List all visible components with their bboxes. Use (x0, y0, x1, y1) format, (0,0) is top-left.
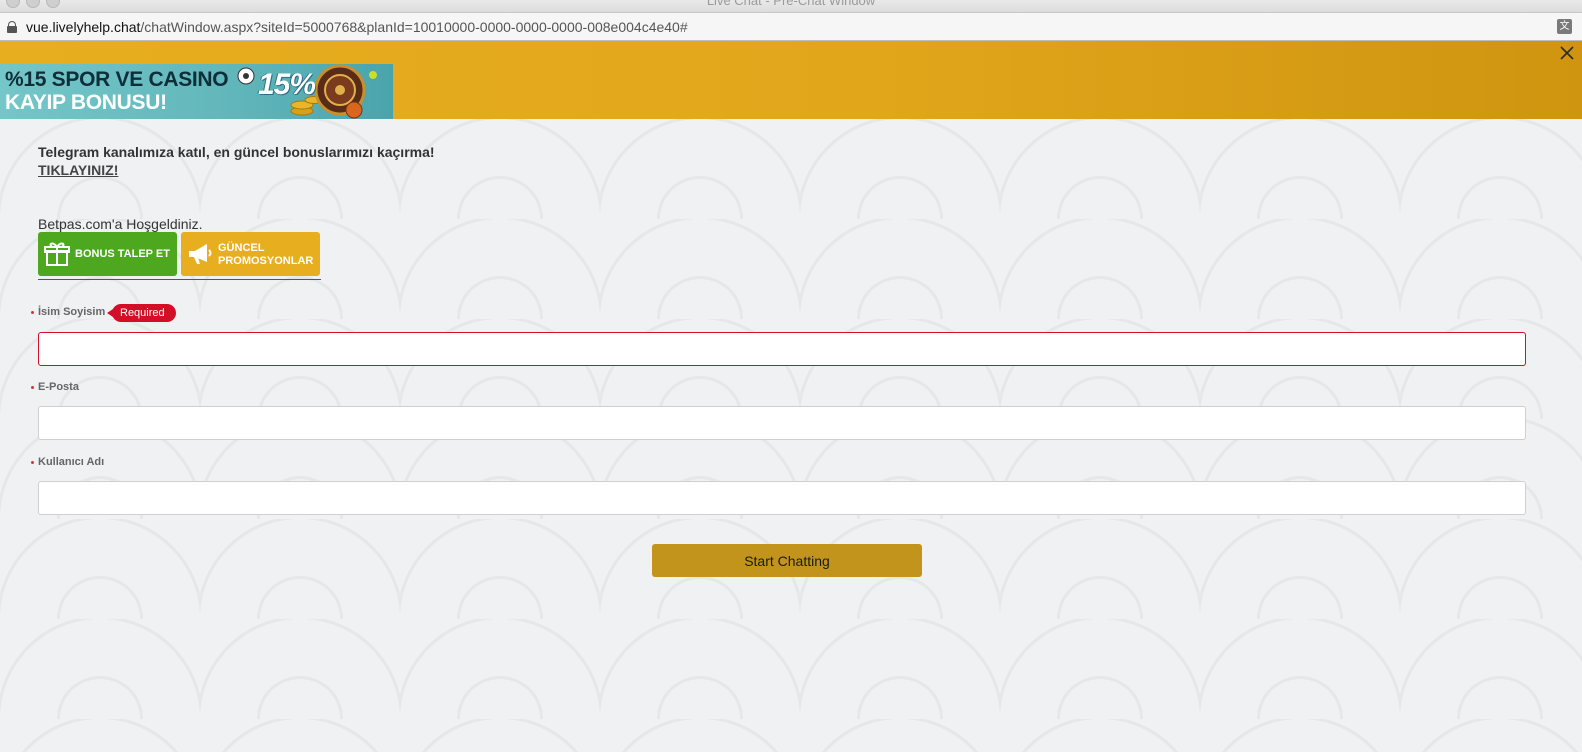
name-field-label: İsim Soyisim (38, 306, 106, 318)
chat-header: %15 SPOR VE CASINO KAYIP BONUSU! 15% (0, 41, 1582, 119)
username-field-label: Kullanıcı Adı (38, 456, 105, 468)
translate-icon[interactable]: 文 (1557, 19, 1572, 34)
current-promotions-label-line1: GÜNCEL (218, 242, 265, 254)
required-marker (31, 311, 34, 314)
email-input[interactable] (38, 406, 1526, 440)
required-marker (31, 386, 34, 389)
current-promotions-label-line2: PROMOSYONLAR (218, 255, 314, 267)
promo-banner-badge: 15% (258, 68, 316, 101)
url-host: vue.livelyhelp.chat (26, 18, 141, 35)
window-titlebar: Live Chat - Pre-Chat Window (0, 0, 1582, 13)
gift-icon (44, 242, 70, 266)
promo-banner-line2: KAYIP BONUSU! (5, 91, 167, 114)
window-title: Live Chat - Pre-Chat Window (706, 0, 876, 8)
telegram-message: Telegram kanalımıza katıl, en güncel bon… (38, 144, 435, 160)
email-field-label: E-Posta (38, 381, 79, 393)
close-icon[interactable] (1558, 44, 1576, 62)
url-text[interactable]: vue.livelyhelp.chat/chatWindow.aspx?site… (26, 19, 688, 35)
start-chatting-button[interactable]: Start Chatting (652, 544, 922, 577)
username-input[interactable] (38, 481, 1526, 515)
required-error-badge: Required (107, 304, 176, 322)
url-path: /chatWindow.aspx?siteId=5000768&planId=1… (140, 18, 688, 35)
bonus-request-button[interactable]: BONUS TALEP ET (38, 232, 177, 276)
promo-banner-line1: %15 SPOR VE CASINO (5, 68, 229, 91)
bonus-request-label: BONUS TALEP ET (75, 248, 170, 260)
megaphone-icon (189, 244, 212, 264)
required-marker (31, 461, 34, 464)
welcome-text: Betpas.com'a Hoşgeldiniz. (38, 216, 203, 232)
prechat-content: Telegram kanalımıza katıl, en güncel bon… (0, 119, 1582, 752)
current-promotions-button[interactable]: GÜNCEL PROMOSYONLAR (181, 232, 320, 276)
action-buttons: BONUS TALEP ET GÜNCEL PROMOSYONLAR (38, 232, 321, 280)
name-input[interactable] (38, 332, 1526, 366)
current-promotions-label: GÜNCEL PROMOSYONLAR (218, 242, 313, 268)
lock-icon (7, 20, 17, 33)
telegram-link[interactable]: TIKLAYINIZ! (38, 162, 118, 178)
promo-banner[interactable]: %15 SPOR VE CASINO KAYIP BONUSU! 15% (0, 64, 393, 119)
address-bar[interactable]: vue.livelyhelp.chat/chatWindow.aspx?site… (0, 13, 1582, 41)
